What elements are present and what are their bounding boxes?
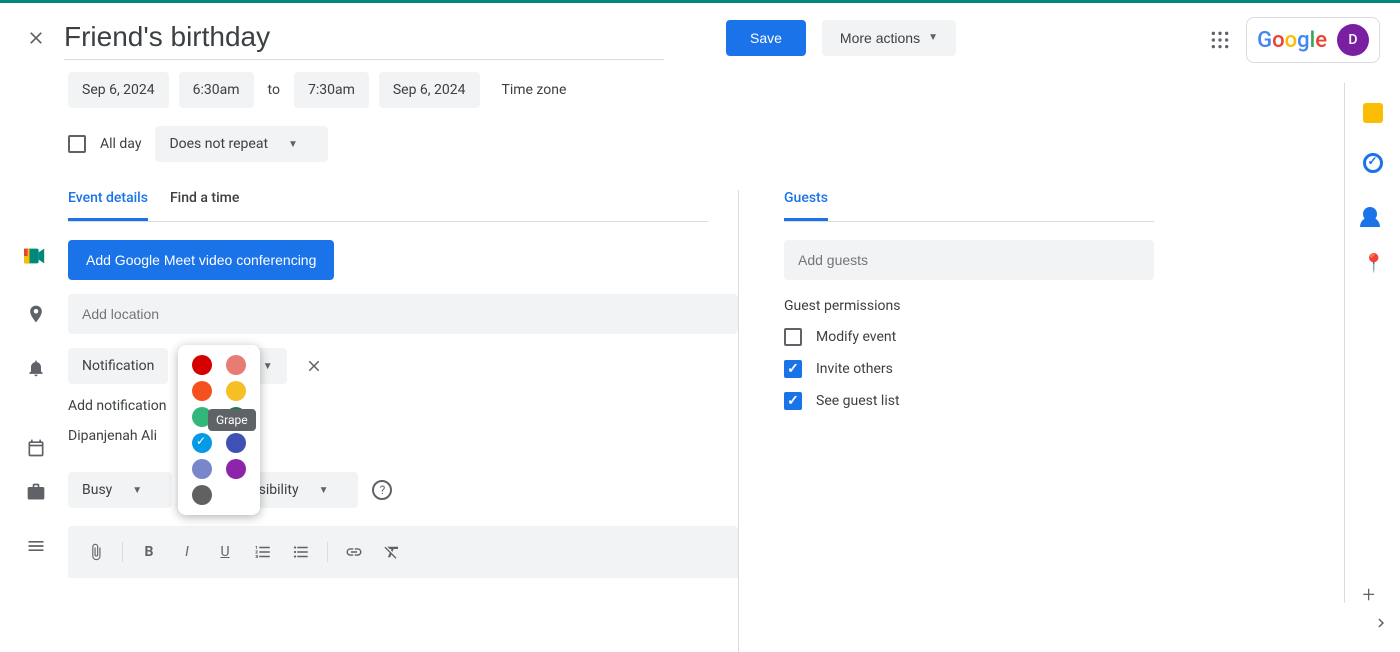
contacts-icon[interactable] <box>1363 203 1383 223</box>
guests-tab[interactable]: Guests <box>784 190 828 221</box>
modify-event-checkbox[interactable] <box>784 328 802 346</box>
maps-icon[interactable]: 📍 <box>1363 253 1383 273</box>
link-icon[interactable] <box>338 536 370 568</box>
close-icon[interactable] <box>24 26 48 50</box>
avatar[interactable]: D <box>1337 24 1369 56</box>
tab-find-a-time[interactable]: Find a time <box>170 190 239 221</box>
notification-type-label: Notification <box>82 358 154 374</box>
all-day-checkbox[interactable] <box>68 135 86 153</box>
add-guests-input[interactable] <box>784 240 1154 280</box>
add-notification-link[interactable]: Add notification <box>68 398 738 414</box>
tab-event-details[interactable]: Event details <box>68 190 148 221</box>
description-icon <box>26 536 46 556</box>
color-swatch-peacock[interactable] <box>192 433 212 453</box>
chevron-down-icon: ▼ <box>263 361 273 372</box>
invite-others-checkbox[interactable] <box>784 360 802 378</box>
attach-icon[interactable] <box>80 536 112 568</box>
repeat-label: Does not repeat <box>169 136 268 152</box>
end-time-chip[interactable]: 7:30am <box>294 72 369 108</box>
tasks-icon[interactable] <box>1363 153 1383 173</box>
more-actions-button[interactable]: More actions ▼ <box>822 20 956 56</box>
google-account-badge[interactable]: Google D <box>1246 17 1380 63</box>
numbered-list-icon[interactable] <box>247 536 279 568</box>
color-swatch-tangerine[interactable] <box>192 381 212 401</box>
start-time-chip[interactable]: 6:30am <box>179 72 254 108</box>
guest-permissions-title: Guest permissions <box>784 298 1154 314</box>
start-date-chip[interactable]: Sep 6, 2024 <box>68 72 169 108</box>
italic-icon[interactable]: I <box>171 536 203 568</box>
chevron-down-icon: ▼ <box>132 485 142 496</box>
availability-label: Busy <box>82 482 112 498</box>
google-logo: Google <box>1257 28 1327 53</box>
save-button[interactable]: Save <box>726 20 806 56</box>
to-label: to <box>264 82 284 98</box>
side-panel: 📍 + <box>1344 83 1400 603</box>
google-meet-icon <box>24 246 46 266</box>
description-toolbar: B I U <box>68 526 738 578</box>
color-swatch-grape[interactable] <box>226 459 246 479</box>
toolbar-separator <box>122 542 123 562</box>
timezone-link[interactable]: Time zone <box>502 82 567 98</box>
chevron-down-icon: ▼ <box>319 485 329 496</box>
chevron-down-icon: ▼ <box>928 32 938 43</box>
bold-icon[interactable]: B <box>133 536 165 568</box>
collapse-side-panel-icon[interactable] <box>1372 614 1390 632</box>
google-apps-icon[interactable] <box>1210 30 1230 50</box>
more-actions-label: More actions <box>840 30 920 46</box>
notification-type-select[interactable]: Notification <box>68 348 168 384</box>
remove-notification-icon[interactable] <box>305 357 323 375</box>
availability-select[interactable]: Busy ▼ <box>68 472 172 508</box>
color-tooltip: Grape <box>208 409 256 431</box>
color-swatch-flamingo[interactable] <box>226 355 246 375</box>
calendar-icon <box>26 438 46 458</box>
add-addon-icon[interactable]: + <box>1363 583 1383 603</box>
color-swatch-lavender[interactable] <box>192 459 212 479</box>
see-guest-list-checkbox[interactable] <box>784 392 802 410</box>
notification-bell-icon <box>26 358 46 378</box>
bulleted-list-icon[interactable] <box>285 536 317 568</box>
briefcase-icon <box>26 482 46 502</box>
all-day-label: All day <box>100 136 141 152</box>
chevron-down-icon: ▼ <box>288 139 298 150</box>
location-input[interactable] <box>68 294 738 334</box>
add-google-meet-button[interactable]: Add Google Meet video conferencing <box>68 240 334 280</box>
calendar-owner-label[interactable]: Dipanjenah Ali <box>68 428 157 444</box>
toolbar-separator <box>327 542 328 562</box>
help-icon[interactable]: ? <box>372 480 392 500</box>
color-swatch-banana[interactable] <box>226 381 246 401</box>
color-picker-popup[interactable]: Grape <box>178 345 260 515</box>
repeat-select[interactable]: Does not repeat ▼ <box>155 126 328 162</box>
location-icon <box>26 304 46 324</box>
color-swatch-blueberry[interactable] <box>226 433 246 453</box>
modify-event-label: Modify event <box>816 329 896 345</box>
underline-icon[interactable]: U <box>209 536 241 568</box>
color-swatch-tomato[interactable] <box>192 355 212 375</box>
column-divider <box>738 190 739 652</box>
color-swatch-graphite[interactable] <box>192 485 212 505</box>
end-date-chip[interactable]: Sep 6, 2024 <box>379 72 480 108</box>
invite-others-label: Invite others <box>816 361 893 377</box>
see-guest-list-label: See guest list <box>816 393 900 409</box>
clear-formatting-icon[interactable] <box>376 536 408 568</box>
keep-icon[interactable] <box>1363 103 1383 123</box>
event-title-input[interactable] <box>64 15 664 60</box>
